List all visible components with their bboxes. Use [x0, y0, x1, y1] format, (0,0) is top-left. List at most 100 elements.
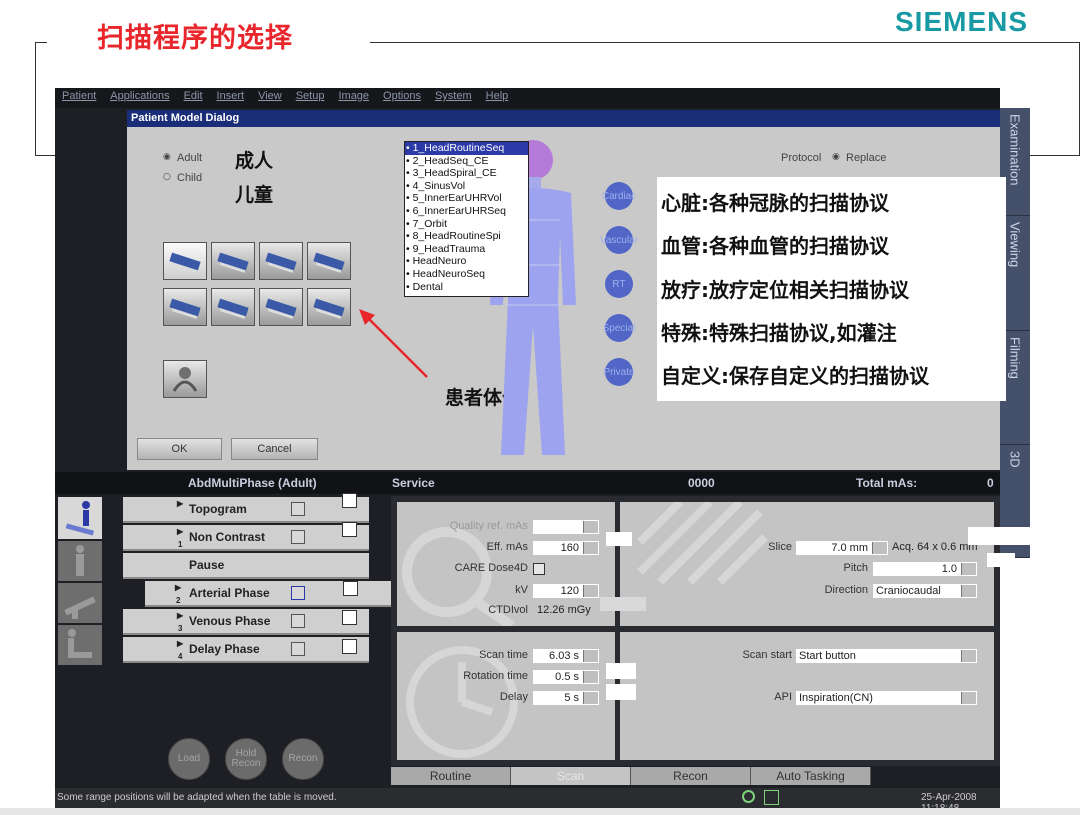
step-checkbox[interactable]: [291, 530, 305, 544]
pitch-field[interactable]: 1.0: [873, 562, 977, 576]
eff-mas-field[interactable]: 160: [533, 541, 599, 555]
menu-edit[interactable]: Edit: [177, 88, 210, 108]
menu-image[interactable]: Image: [331, 88, 376, 108]
care-dose-checkbox[interactable]: [533, 563, 545, 575]
protocol-item[interactable]: • 8_HeadRoutineSpi: [405, 230, 528, 243]
protocol-item[interactable]: • 7_Orbit: [405, 218, 528, 231]
adult-radio-icon[interactable]: ◉: [163, 152, 171, 162]
annotation-special: 特殊:特殊扫描协议,如灌注: [661, 321, 897, 345]
menu-applications[interactable]: Applications: [103, 88, 176, 108]
overlay-patch: [968, 527, 1046, 545]
standing-mode-icon[interactable]: [58, 541, 102, 581]
tab-routine[interactable]: Routine: [391, 767, 511, 785]
step-label: Topogram: [189, 502, 247, 516]
menu-patient[interactable]: Patient: [55, 88, 103, 108]
category-private-button[interactable]: Private: [603, 358, 635, 386]
step-row[interactable]: ▶ 1 Non Contrast: [123, 525, 369, 551]
overlay-checkbox[interactable]: [343, 581, 358, 596]
scan-start-field[interactable]: Start button: [796, 649, 977, 663]
ctdivol-value: 12.26 mGy: [537, 604, 591, 616]
protocol-item[interactable]: • HeadNeuroSeq: [405, 268, 528, 281]
slice-field[interactable]: 7.0 mm: [796, 541, 888, 555]
menu-insert[interactable]: Insert: [210, 88, 252, 108]
overlay-checkbox[interactable]: [342, 493, 357, 508]
protocol-item[interactable]: • 9_HeadTrauma: [405, 243, 528, 256]
position-feet-first-supine-button[interactable]: [163, 288, 207, 326]
position-head-first-supine-button[interactable]: [163, 242, 207, 280]
position-feet-first-right-button[interactable]: [307, 288, 351, 326]
step-row[interactable]: ▶ Topogram: [123, 497, 369, 523]
scan-time-field[interactable]: 6.03 s: [533, 649, 599, 663]
adult-radio-label[interactable]: Adult: [177, 152, 202, 164]
category-vascular-button[interactable]: Vascular: [600, 226, 638, 254]
quality-ref-mas-field[interactable]: [533, 520, 599, 534]
step-checkbox[interactable]: [291, 614, 305, 628]
menu-system[interactable]: System: [428, 88, 479, 108]
category-special-button[interactable]: Special: [603, 314, 635, 342]
tab-recon[interactable]: Recon: [631, 767, 751, 785]
kv-field[interactable]: 120: [533, 584, 599, 598]
category-rt-button[interactable]: RT: [605, 270, 633, 298]
step-checkbox[interactable]: [291, 586, 305, 600]
table-mode-icon[interactable]: [58, 583, 102, 623]
position-feet-first-left-button[interactable]: [259, 288, 303, 326]
menu-view[interactable]: View: [251, 88, 289, 108]
step-row[interactable]: Pause: [123, 553, 369, 579]
protocol-item[interactable]: • HeadNeuro: [405, 255, 528, 268]
protocol-item[interactable]: • 6_InnerEarUHRSeq: [405, 205, 528, 218]
recon-button[interactable]: Recon: [282, 738, 324, 780]
step-arrow-icon: ▶: [177, 499, 184, 508]
counter-value: 0000: [688, 476, 715, 490]
api-label: API: [774, 691, 792, 703]
annotation-cardiac: 心脏:各种冠脉的扫描协议: [661, 191, 889, 215]
arrow-icon: [359, 309, 428, 378]
delay-label: Delay: [499, 691, 528, 703]
protocol-list[interactable]: • 1_HeadRoutineSeq • 2_HeadSeq_CE • 3_He…: [404, 141, 529, 297]
step-arrow-icon: ▶: [177, 527, 184, 536]
position-feet-first-prone-button[interactable]: [211, 288, 255, 326]
delay-field[interactable]: 5 s: [533, 691, 599, 705]
position-head-first-right-button[interactable]: [307, 242, 351, 280]
rotation-time-field[interactable]: 0.5 s: [533, 670, 599, 684]
frame-line: [35, 42, 36, 156]
replace-radio-icon[interactable]: ◉: [832, 152, 840, 162]
menu-help[interactable]: Help: [479, 88, 516, 108]
replace-radio-label[interactable]: Replace: [846, 152, 886, 164]
step-checkbox[interactable]: [291, 642, 305, 656]
protocol-item[interactable]: • 4_SinusVol: [405, 180, 528, 193]
position-head-first-prone-button[interactable]: [211, 242, 255, 280]
ok-button[interactable]: OK: [137, 438, 222, 460]
direction-field[interactable]: Craniocaudal: [873, 584, 977, 598]
seated-mode-icon[interactable]: [58, 625, 102, 665]
api-field[interactable]: Inspiration(CN): [796, 691, 977, 705]
protocol-item[interactable]: • Dental: [405, 281, 528, 294]
tab-scan[interactable]: Scan: [511, 767, 631, 785]
cancel-button[interactable]: Cancel: [231, 438, 318, 460]
position-head-first-left-button[interactable]: [259, 242, 303, 280]
window-icon: [764, 790, 779, 805]
menu-options[interactable]: Options: [376, 88, 428, 108]
step-checkbox[interactable]: [291, 502, 305, 516]
child-radio-label[interactable]: Child: [177, 172, 202, 184]
hold-recon-button[interactable]: Hold Recon: [225, 738, 267, 780]
load-button[interactable]: Load: [168, 738, 210, 780]
overlay-checkbox[interactable]: [342, 610, 357, 625]
tab-auto-tasking[interactable]: Auto Tasking: [751, 767, 871, 785]
patient-mode-icon[interactable]: [58, 497, 102, 539]
annotation-private: 自定义:保存自定义的扫描协议: [661, 364, 929, 388]
protocol-item[interactable]: • 5_InnerEarUHRVol: [405, 192, 528, 205]
overlay-checkbox[interactable]: [342, 639, 357, 654]
dental-position-button[interactable]: [163, 360, 207, 398]
step-row[interactable]: ▶ 4 Delay Phase: [123, 637, 369, 663]
protocol-item[interactable]: • 2_HeadSeq_CE: [405, 155, 528, 168]
overlay-patch: [987, 553, 1015, 567]
protocol-item[interactable]: • 3_HeadSpiral_CE: [405, 167, 528, 180]
protocol-item[interactable]: • 1_HeadRoutineSeq: [405, 142, 528, 155]
category-cardiac-button[interactable]: Cardiac: [602, 182, 636, 210]
step-row[interactable]: ▶ 3 Venous Phase: [123, 609, 369, 635]
dialog-title: Patient Model Dialog: [127, 110, 1000, 127]
adult-cn-label: 成人: [235, 150, 274, 172]
child-radio-icon[interactable]: ○: [163, 172, 171, 182]
overlay-checkbox[interactable]: [342, 522, 357, 537]
menu-setup[interactable]: Setup: [289, 88, 332, 108]
